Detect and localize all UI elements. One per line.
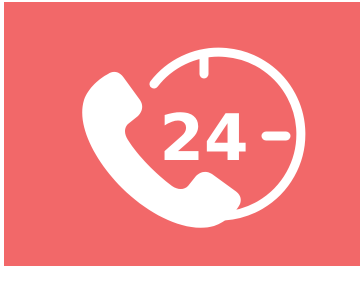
24-hour-support-phone-icon: 24: [82, 47, 306, 228]
image-frame: 24: [0, 0, 364, 286]
badge-24-text: 24: [159, 102, 248, 176]
icon-tile: 24: [4, 2, 360, 266]
